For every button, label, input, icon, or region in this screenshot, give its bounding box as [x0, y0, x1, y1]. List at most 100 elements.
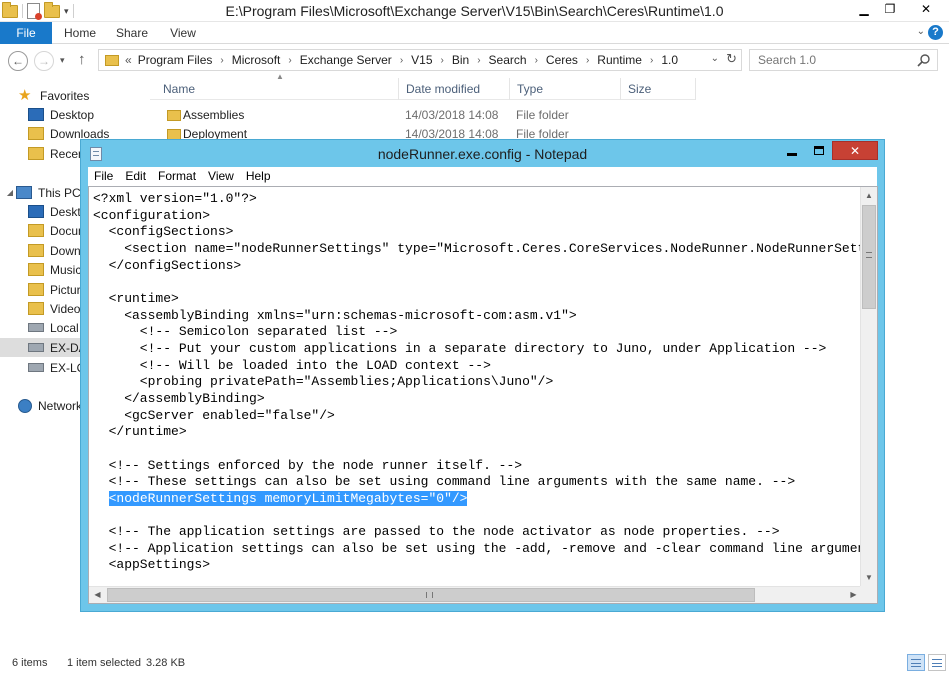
code-line[interactable]: <?xml version="1.0"?>: [93, 191, 861, 208]
code-line[interactable]: <!-- Settings enforced by the node runne…: [93, 458, 861, 475]
nav-pc-pictures[interactable]: Pictur: [28, 280, 81, 299]
code-line[interactable]: <section name="nodeRunnerSettings" type=…: [93, 241, 861, 258]
nav-pc-downloads[interactable]: Downl: [28, 241, 83, 260]
breadcrumb-overflow[interactable]: «: [125, 53, 132, 67]
breadcrumb-item[interactable]: Runtime: [597, 53, 642, 67]
close-button[interactable]: ✕: [903, 0, 949, 18]
minimize-button[interactable]: ▁: [851, 0, 877, 18]
breadcrumb-chevron-icon[interactable]: ›: [400, 55, 403, 66]
large-icons-view-button[interactable]: [928, 654, 946, 671]
breadcrumb-chevron-icon[interactable]: ›: [441, 55, 444, 66]
tab-file[interactable]: File: [0, 22, 52, 44]
breadcrumb-item[interactable]: Search: [489, 53, 527, 67]
code-line[interactable]: <!-- These settings can also be set usin…: [93, 474, 861, 491]
selected-code-line[interactable]: <nodeRunnerSettings memoryLimitMegabytes…: [93, 490, 861, 508]
breadcrumb-chevron-icon[interactable]: ›: [535, 55, 538, 66]
refresh-icon[interactable]: ↻: [726, 51, 737, 67]
tab-view[interactable]: View: [160, 22, 206, 44]
scroll-left-arrow-icon[interactable]: ◀: [89, 587, 106, 603]
properties-icon[interactable]: [27, 3, 42, 20]
code-line[interactable]: <!-- Application settings can also be se…: [93, 541, 861, 558]
text-selection[interactable]: <nodeRunnerSettings memoryLimitMegabytes…: [108, 490, 468, 506]
vertical-scrollbar[interactable]: ▲ ▼: [860, 187, 877, 586]
code-line[interactable]: <!-- The application settings are passed…: [93, 524, 861, 541]
expand-ribbon-icon[interactable]: ⌄: [917, 26, 925, 37]
menu-file[interactable]: File: [88, 167, 119, 186]
nav-pc-music[interactable]: Music: [28, 260, 81, 279]
code-line[interactable]: </assemblyBinding>: [93, 391, 861, 408]
code-line[interactable]: [93, 507, 861, 524]
breadcrumb-chevron-icon[interactable]: ›: [586, 55, 589, 66]
tab-home[interactable]: Home: [56, 22, 104, 44]
file-row[interactable]: Assemblies 14/03/2018 14:08 File folder: [150, 106, 696, 125]
breadcrumb-item[interactable]: Program Files: [138, 53, 213, 67]
nav-pc-documents[interactable]: Docum: [28, 221, 88, 240]
help-icon[interactable]: ?: [928, 25, 943, 40]
code-line[interactable]: </configSections>: [93, 258, 861, 275]
forward-button[interactable]: →: [34, 51, 54, 71]
code-line[interactable]: <!-- Will be loaded into the LOAD contex…: [93, 358, 861, 375]
up-arrow-icon[interactable]: ↑: [78, 51, 86, 68]
nav-network[interactable]: Network: [18, 396, 82, 415]
breadcrumb-chevron-icon[interactable]: ›: [477, 55, 480, 66]
collapse-chevron-icon[interactable]: ◢: [4, 188, 16, 197]
editor-content[interactable]: <?xml version="1.0"?> <configuration> <co…: [93, 191, 861, 581]
menu-edit[interactable]: Edit: [119, 167, 152, 186]
code-line[interactable]: <runtime>: [93, 291, 861, 308]
notepad-maximize-button[interactable]: [805, 141, 832, 160]
nav-pc-videos[interactable]: Videos: [28, 299, 86, 318]
address-dropdown-icon[interactable]: ⌄: [711, 53, 719, 64]
notepad-titlebar[interactable]: nodeRunner.exe.config - Notepad ✕: [81, 140, 884, 167]
nav-pc-ex-lo[interactable]: EX-LO: [28, 358, 86, 377]
customize-toolbar-dropdown-icon[interactable]: ▾: [64, 6, 69, 17]
code-line[interactable]: <!-- Put your custom applications in a s…: [93, 341, 861, 358]
horizontal-scroll-thumb[interactable]: [107, 588, 755, 602]
breadcrumb-item[interactable]: Microsoft: [232, 53, 281, 67]
breadcrumb-chevron-icon[interactable]: ›: [288, 55, 291, 66]
notepad-app-icon[interactable]: [90, 147, 102, 161]
search-input[interactable]: [750, 50, 915, 70]
horizontal-scrollbar[interactable]: ◀ ▶: [89, 586, 862, 603]
nav-pc-ex-da[interactable]: EX-DA: [0, 338, 87, 357]
folder-icon[interactable]: [2, 1, 18, 18]
column-header-type[interactable]: Type: [510, 78, 621, 100]
code-line[interactable]: </runtime>: [93, 424, 861, 441]
recent-locations-dropdown-icon[interactable]: ▾: [60, 55, 65, 66]
breadcrumb-item[interactable]: Exchange Server: [300, 53, 392, 67]
column-header-name[interactable]: Name: [156, 78, 399, 100]
code-line[interactable]: <gcServer enabled="false"/>: [93, 408, 861, 425]
notepad-text-area[interactable]: <?xml version="1.0"?> <configuration> <co…: [88, 186, 878, 604]
breadcrumb-item[interactable]: 1.0: [661, 53, 678, 67]
breadcrumb-item[interactable]: Ceres: [546, 53, 578, 67]
menu-view[interactable]: View: [202, 167, 240, 186]
restore-button[interactable]: ❐: [877, 0, 903, 18]
search-box[interactable]: [749, 49, 938, 71]
nav-this-pc[interactable]: ◢ This PC: [4, 183, 81, 202]
nav-favorites[interactable]: ★ Favorites: [18, 86, 89, 105]
vertical-scroll-thumb[interactable]: [862, 205, 876, 309]
back-button[interactable]: ←: [8, 51, 28, 71]
code-line[interactable]: <!-- Semicolon separated list -->: [93, 324, 861, 341]
breadcrumb-item[interactable]: Bin: [452, 53, 469, 67]
nav-desktop[interactable]: Desktop: [28, 105, 94, 124]
code-line[interactable]: <appSettings>: [93, 557, 861, 574]
scroll-up-arrow-icon[interactable]: ▲: [861, 187, 877, 204]
notepad-minimize-button[interactable]: [778, 141, 805, 160]
scroll-down-arrow-icon[interactable]: ▼: [861, 569, 877, 586]
code-line[interactable]: <configuration>: [93, 208, 861, 225]
code-line[interactable]: <configSections>: [93, 224, 861, 241]
menu-help[interactable]: Help: [240, 167, 277, 186]
breadcrumb-item[interactable]: V15: [411, 53, 432, 67]
new-folder-icon[interactable]: [44, 1, 60, 18]
details-view-button[interactable]: [907, 654, 925, 671]
breadcrumb-chevron-icon[interactable]: ›: [220, 55, 223, 66]
address-bar[interactable]: « Program Files › Microsoft › Exchange S…: [98, 49, 742, 71]
nav-pc-desktop[interactable]: Deskto: [28, 202, 87, 221]
code-line[interactable]: <probing privatePath="Assemblies;Applica…: [93, 374, 861, 391]
code-line[interactable]: [93, 441, 861, 458]
menu-format[interactable]: Format: [152, 167, 202, 186]
breadcrumb-chevron-icon[interactable]: ›: [650, 55, 653, 66]
code-line[interactable]: [93, 274, 861, 291]
code-line[interactable]: <assemblyBinding xmlns="urn:schemas-micr…: [93, 308, 861, 325]
column-header-size[interactable]: Size: [621, 78, 696, 100]
